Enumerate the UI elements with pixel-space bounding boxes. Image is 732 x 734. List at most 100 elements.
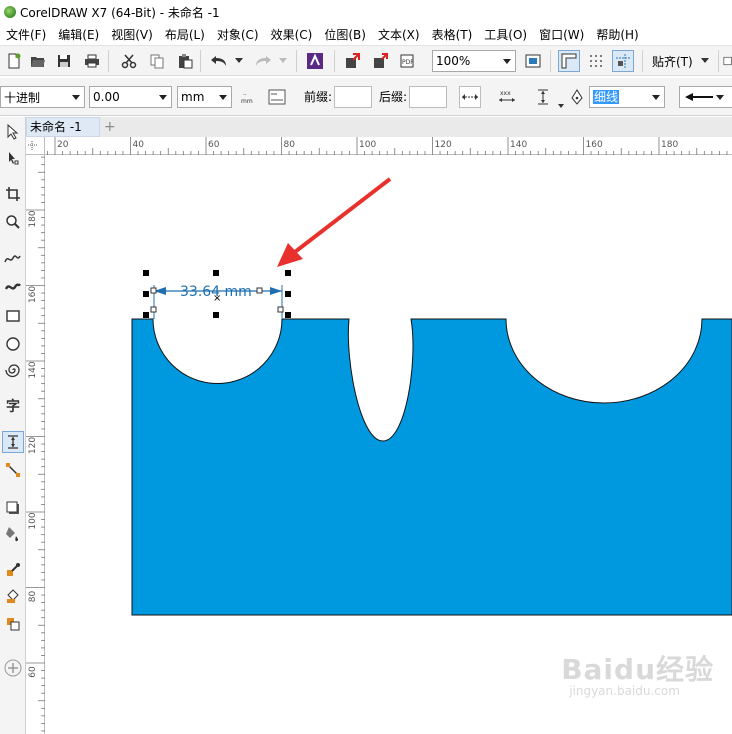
selection-handle[interactable] [285,291,291,297]
dynamic-dimensioning-button[interactable] [459,86,481,108]
show-guidelines-button[interactable] [612,50,634,72]
selection-handle[interactable] [143,291,149,297]
connector-tool-button[interactable] [2,459,24,481]
ruler-tick-label: 80 [284,140,296,150]
selection-handle[interactable] [213,312,219,318]
selection-handle[interactable] [143,270,149,276]
new-document-icon [8,53,21,69]
horizontal-ruler[interactable]: 204060801001201401601802 [45,137,732,155]
undo-button[interactable] [208,50,230,72]
menu-edit[interactable]: 编辑(E) [52,24,105,46]
ellipse-tool-button[interactable] [2,333,24,355]
paste-icon [179,54,193,69]
ruler-origin-corner[interactable] [26,137,45,155]
print-button[interactable] [81,50,103,72]
show-rulers-button[interactable] [558,50,580,72]
selection-handle[interactable] [285,312,291,318]
show-units-button[interactable]: .. mm [238,86,260,108]
cut-button[interactable] [118,50,140,72]
menu-bitmaps[interactable]: 位图(B) [318,24,372,46]
options-button[interactable] [722,50,732,72]
menu-object[interactable]: 对象(C) [211,24,265,46]
menu-view[interactable]: 视图(V) [105,24,159,46]
toolbox: 字 [0,117,26,734]
menu-tools[interactable]: 工具(O) [478,24,533,46]
redo-dropdown[interactable] [278,50,288,72]
menu-help[interactable]: 帮助(H) [590,24,644,46]
redo-button[interactable] [252,50,274,72]
menu-file[interactable]: 文件(F) [0,24,52,46]
shape-tool-button[interactable] [2,147,24,169]
menu-window[interactable]: 窗口(W) [533,24,590,46]
suffix-input[interactable] [409,86,447,108]
menu-layout[interactable]: 布局(L) [159,24,211,46]
dimension-node[interactable] [150,306,157,313]
add-tool-button[interactable] [2,657,24,679]
dimension-text-icon: xxx [499,90,515,102]
search-content-button[interactable] [304,50,326,72]
dimension-node[interactable] [150,287,157,294]
transparency-tool-button[interactable] [2,523,24,545]
snap-to-dropdown[interactable]: 贴齐(T) [648,50,714,72]
vertical-ruler[interactable]: 180 160 140 120 100 80 60 [26,155,45,734]
rectangle-tool-button[interactable] [2,305,24,327]
selection-handle[interactable] [285,270,291,276]
selection-handle[interactable] [213,270,219,276]
save-button[interactable] [53,50,75,72]
menu-effects[interactable]: 效果(C) [265,24,319,46]
copy-button[interactable] [146,50,168,72]
dimension-node[interactable] [256,287,263,294]
undo-dropdown[interactable] [234,50,244,72]
paste-button[interactable] [174,50,196,72]
text-tool-button[interactable]: 字 [2,395,24,417]
freehand-tool-button[interactable] [2,247,24,269]
crop-tool-button[interactable] [2,183,24,205]
selection-handle[interactable] [143,312,149,318]
fill-bucket-icon [7,589,19,603]
blue-cutout-shape[interactable] [131,318,732,616]
pick-tool-button[interactable] [2,121,24,143]
artistic-media-tool-button[interactable] [2,275,24,297]
eyedropper-tool-button[interactable] [2,559,24,581]
chevron-down-icon [700,58,709,63]
left-arrowhead-dropdown[interactable] [679,86,732,108]
ruler-tick-label: 140 [28,361,38,378]
zoom-tool-button[interactable] [2,211,24,233]
drop-shadow-icon [6,501,19,514]
dimension-units-dropdown[interactable]: mm [177,86,232,108]
new-tab-button[interactable]: + [104,119,116,135]
export-button[interactable] [370,50,392,72]
menu-table[interactable]: 表格(T) [426,24,479,46]
text-position-button[interactable] [266,86,288,108]
open-button[interactable] [27,50,49,72]
dimension-tool-button[interactable] [2,431,24,453]
extension-line-dropdown[interactable] [556,86,566,108]
spiral-tool-button[interactable] [2,359,24,381]
new-document-button[interactable] [3,50,25,72]
show-grid-button[interactable] [585,50,607,72]
zoom-level-dropdown[interactable]: 100% [432,50,516,72]
drop-shadow-tool-button[interactable] [2,497,24,519]
rulers-icon [561,53,577,69]
chevron-down-icon [652,95,660,100]
full-screen-preview-button[interactable] [522,50,544,72]
interactive-fill-tool-button[interactable] [2,585,24,607]
dimension-node[interactable] [277,306,284,313]
document-tab[interactable]: 未命名 -1 [26,117,100,137]
horizontal-ruler-scale: 204060801001201401601802 [47,137,728,155]
dimension-style-dropdown[interactable]: 十进制 [0,86,85,108]
smart-fill-tool-button[interactable] [2,613,24,635]
outline-width-dropdown[interactable]: 细线 [589,86,665,108]
dimension-precision-dropdown[interactable]: 0.00 [89,86,172,108]
text-tool-icon: 字 [6,399,20,415]
toolbar-divider [200,50,201,72]
prefix-input[interactable] [334,86,372,108]
show-units-icon: ..mm [241,90,253,105]
extension-line-options-button[interactable] [532,86,554,108]
import-button[interactable] [342,50,364,72]
ruler-tick-label: 100 [359,140,376,150]
menu-text[interactable]: 文本(X) [372,24,426,46]
text-centered-button[interactable]: xxx [496,86,518,108]
publish-pdf-button[interactable]: PDF [398,50,420,72]
window-title: CorelDRAW X7 (64-Bit) - 未命名 -1 [20,5,220,20]
